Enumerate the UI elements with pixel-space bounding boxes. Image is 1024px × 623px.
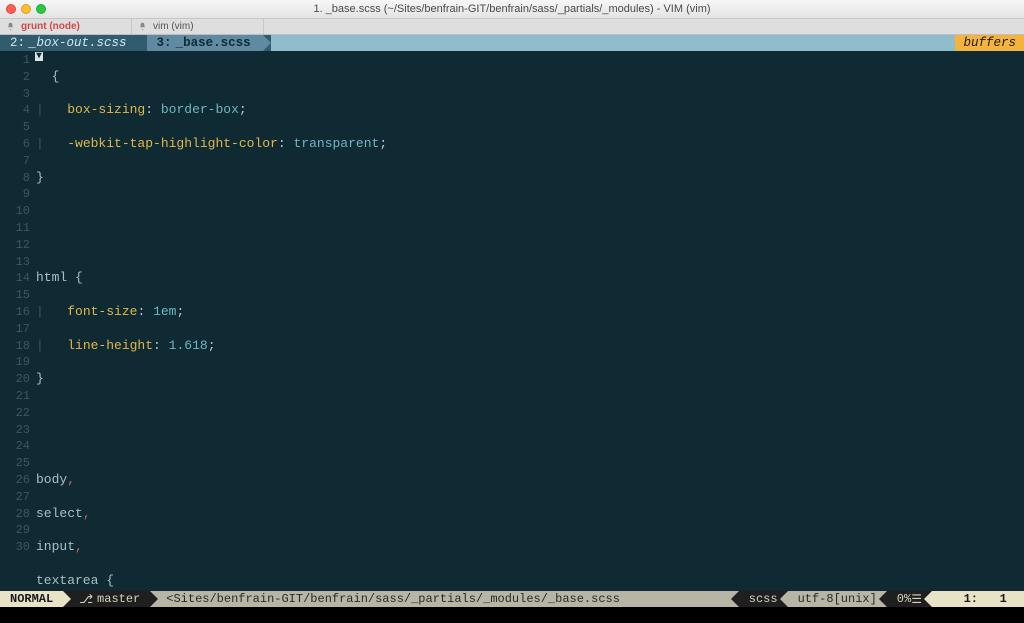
- vim-statusline: NORMAL ⎇ master <Sites/benfrain-GIT/benf…: [0, 591, 1024, 607]
- git-branch-segment: ⎇ master: [63, 591, 150, 607]
- terminal-tab-label: grunt (node): [21, 21, 80, 32]
- buffer-tab[interactable]: 2: _box-out.scss: [0, 35, 139, 51]
- buffers-label: buffers: [955, 35, 1024, 51]
- mode-segment: NORMAL: [0, 591, 63, 607]
- buffer-name: _base.scss: [176, 36, 251, 50]
- bell-icon: [6, 22, 15, 31]
- position-segment: 1: 1: [932, 591, 1024, 607]
- window-title: 1. _base.scss (~/Sites/benfrain-GIT/benf…: [0, 3, 1024, 15]
- terminal-tab[interactable]: grunt (node): [0, 19, 132, 34]
- terminal-tab-label: vim (vim): [153, 21, 194, 32]
- encoding-segment: utf-8[unix]: [788, 591, 887, 607]
- git-branch-name: master: [97, 592, 140, 606]
- editor-pane[interactable]: 1 ▾ 1 2 3 4 5 6 7 8 9 10 11 12 13 14 15 …: [0, 51, 1024, 591]
- terminal-tabstrip: grunt (node) vim (vim): [0, 19, 1024, 35]
- buffer-tabline: 2: _box-out.scss 3: _base.scss buffers: [0, 35, 1024, 51]
- buffer-number: 2:: [10, 36, 25, 50]
- tabline-spacer: [271, 35, 956, 51]
- buffer-name: _box-out.scss: [29, 36, 127, 50]
- terminal-tab[interactable]: vim (vim): [132, 19, 264, 34]
- command-line[interactable]: [0, 607, 1024, 623]
- line-number-gutter: 1 2 3 4 5 6 7 8 9 10 11 12 13 14 15 16 1…: [0, 51, 33, 591]
- buffer-number: 3:: [157, 36, 172, 50]
- code-content[interactable]: { | box-sizing: border-box; | -webkit-ta…: [36, 52, 1024, 591]
- window-titlebar: 1. _base.scss (~/Sites/benfrain-GIT/benf…: [0, 0, 1024, 19]
- bell-icon: [138, 22, 147, 31]
- branch-icon: ⎇: [79, 592, 93, 607]
- buffer-tab-active[interactable]: 3: _base.scss: [147, 35, 263, 51]
- file-path-segment: <Sites/benfrain-GIT/benfrain/sass/_parti…: [150, 591, 739, 607]
